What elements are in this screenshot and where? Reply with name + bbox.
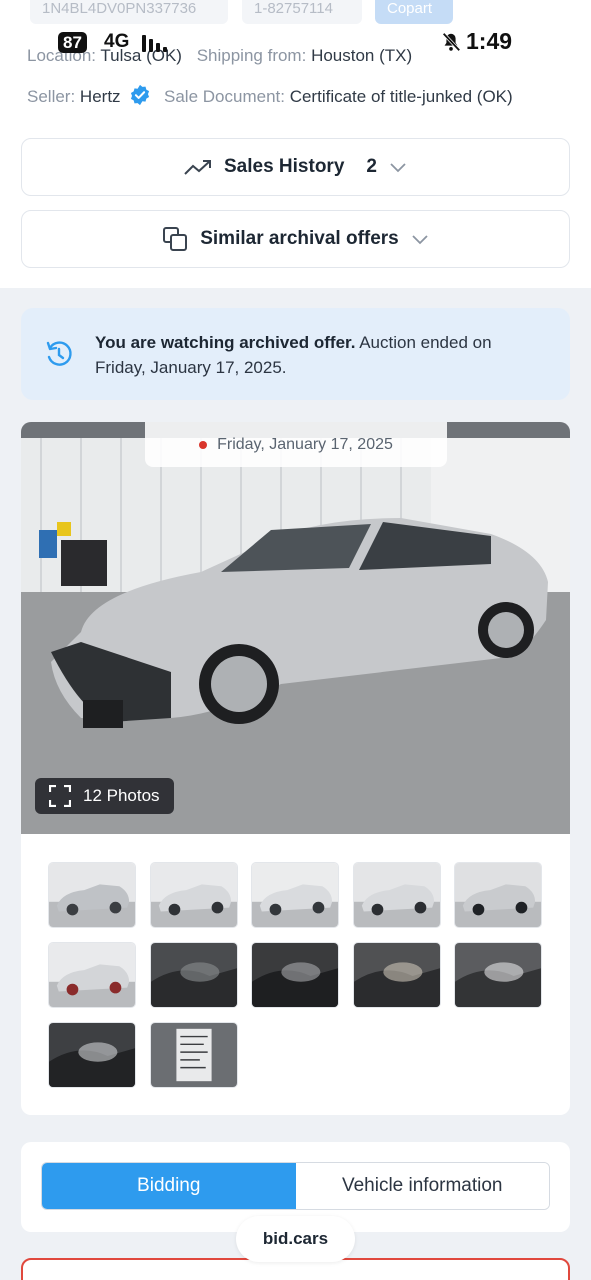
thumbnail-car-front[interactable] — [454, 862, 542, 928]
accordion-section: Sales History 2 Similar archival offers — [0, 128, 591, 288]
car-photo-illustration — [21, 422, 570, 834]
site-url-pill[interactable]: bid.cars — [236, 1216, 355, 1262]
chevron-down-icon — [390, 163, 406, 173]
thumbnail-window-sticker[interactable] — [149, 1022, 238, 1088]
vin-chip[interactable]: 1N4BL4DV0PN337736 — [30, 0, 228, 24]
fullscreen-icon — [49, 785, 71, 807]
photo-count-button[interactable]: 12 Photos — [35, 778, 174, 814]
photo-count-label: 12 Photos — [83, 786, 160, 805]
thumbnail-car-rear[interactable] — [48, 942, 136, 1008]
thumbnail-interior-driver[interactable] — [149, 942, 238, 1008]
signal-bars-icon — [142, 32, 172, 52]
sale-doc-label: Sale Document: — [164, 87, 285, 106]
lot-chip[interactable]: 1-82757114 — [242, 0, 362, 24]
status-bar: 87 4G 1:49 — [0, 26, 591, 56]
thumbnail-interior-seats[interactable] — [454, 942, 542, 1008]
seller-label: Seller: — [27, 87, 76, 106]
sales-history-label: Sales History — [224, 156, 345, 177]
live-dot-icon — [199, 440, 208, 449]
thumbnail-interior-dash[interactable] — [251, 942, 339, 1008]
trend-up-icon — [184, 160, 211, 175]
seller-value: Hertz — [79, 87, 121, 106]
thumbnail-engine-bay[interactable] — [48, 1022, 136, 1088]
thumbnail-car-front-quarter[interactable] — [251, 862, 339, 928]
archived-notice: You are watching archived offer. Auction… — [21, 308, 570, 400]
thumbnail-car-side-left[interactable] — [149, 862, 238, 928]
network-type: 4G — [104, 31, 130, 52]
thumbnail-car-side[interactable] — [352, 862, 441, 928]
notice-text: You are watching archived offer. Auction… — [95, 330, 545, 380]
similar-offers-label: Similar archival offers — [200, 228, 399, 249]
verified-badge-icon — [131, 84, 150, 106]
tab-vehicle-information[interactable]: Vehicle information — [295, 1163, 549, 1209]
chevron-down-icon — [412, 235, 428, 245]
sale-doc-value: Certificate of title-junked (OK) — [289, 87, 513, 106]
sales-history-toggle[interactable]: Sales History 2 — [21, 138, 570, 196]
main-photo[interactable]: Friday, January 17, 2025 12 Photos — [21, 422, 570, 834]
thumbnail-car-front-left[interactable] — [48, 862, 136, 928]
source-chip[interactable]: Copart — [375, 0, 453, 24]
tab-bidding[interactable]: Bidding — [42, 1163, 296, 1209]
seller-row: Seller: Hertz Sale Document: Certificate… — [27, 84, 523, 107]
clock: 1:49 — [466, 28, 513, 54]
battery-indicator: 87 — [58, 32, 87, 53]
thumbnail-interior-airbag[interactable] — [352, 942, 441, 1008]
tab-bar: Bidding Vehicle information — [41, 1162, 550, 1210]
auction-date-pill: Friday, January 17, 2025 — [145, 422, 447, 467]
gallery-card: Friday, January 17, 2025 12 Photos — [21, 422, 570, 1115]
similar-offers-toggle[interactable]: Similar archival offers — [21, 210, 570, 268]
notice-bold: You are watching archived offer. — [95, 333, 356, 352]
details-section: 1N4BL4DV0PN337736 1-82757114 Copart Loca… — [0, 0, 591, 128]
history-icon — [46, 341, 72, 366]
sales-history-count: 2 — [366, 156, 377, 177]
copy-icon — [163, 227, 188, 251]
auction-date: Friday, January 17, 2025 — [217, 435, 393, 453]
silent-bell-icon — [442, 32, 461, 52]
